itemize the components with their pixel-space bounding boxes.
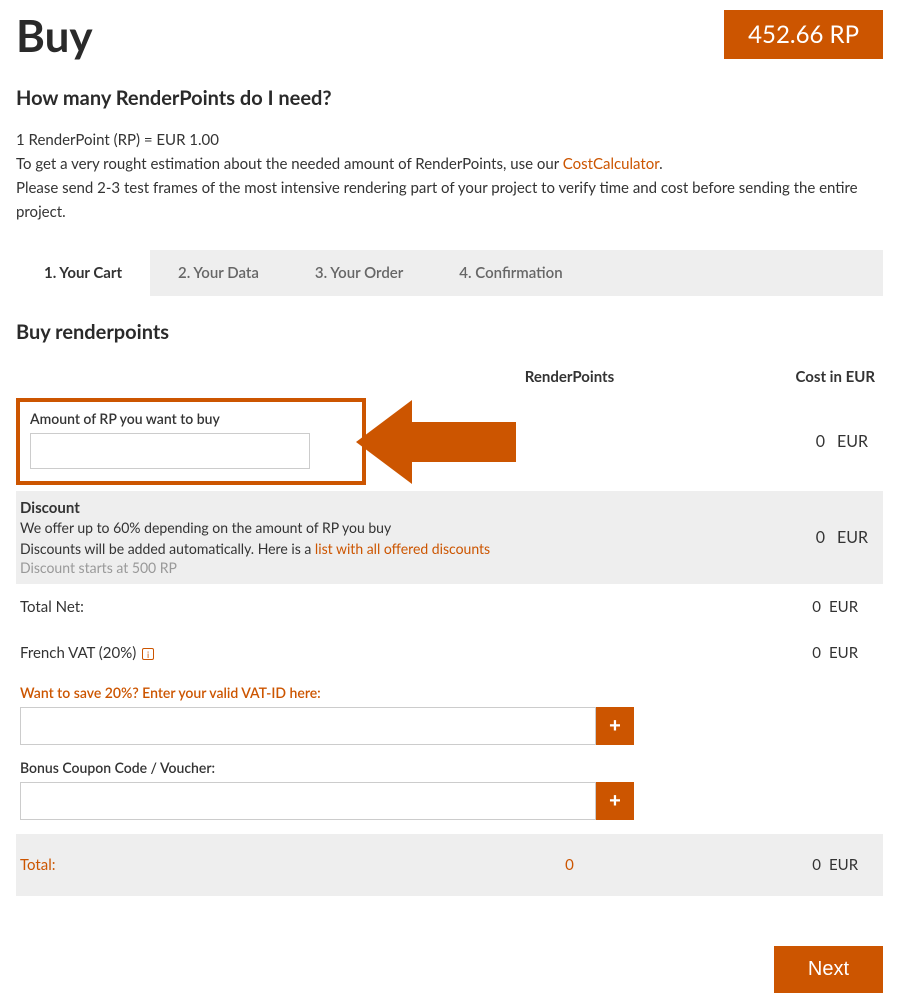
vat-row: French VAT (20%) i 0 EUR bbox=[16, 630, 883, 676]
coupon-label: Bonus Coupon Code / Voucher: bbox=[16, 759, 883, 776]
vat-value: 0 bbox=[769, 644, 829, 662]
discount-line-1: We offer up to 60% depending on the amou… bbox=[20, 517, 769, 538]
totalnet-label: Total Net: bbox=[20, 598, 769, 616]
intro-line-3: Please send 2-3 test frames of the most … bbox=[16, 176, 883, 224]
amount-value: 0 bbox=[773, 432, 833, 451]
vatid-add-button[interactable]: + bbox=[596, 707, 634, 745]
cost-calculator-link[interactable]: CostCalculator bbox=[563, 155, 659, 173]
info-icon[interactable]: i bbox=[142, 648, 154, 660]
cart-table: RenderPoints Cost in EUR Amount of RP yo… bbox=[16, 362, 883, 896]
tab-your-cart[interactable]: 1. Your Cart bbox=[16, 250, 150, 296]
th-renderpoints: RenderPoints bbox=[366, 368, 773, 386]
th-cost: Cost in EUR bbox=[773, 368, 883, 386]
totalnet-row: Total Net: 0 EUR bbox=[16, 584, 883, 630]
page-header: Buy 452.66 RP bbox=[16, 10, 883, 62]
intro-line-1: 1 RenderPoint (RP) = EUR 1.00 bbox=[16, 128, 883, 152]
intro-heading: How many RenderPoints do I need? bbox=[16, 86, 883, 110]
discount-title: Discount bbox=[20, 499, 769, 517]
discount-muted: Discount starts at 500 RP bbox=[20, 559, 769, 576]
discount-row: Discount We offer up to 60% depending on… bbox=[16, 491, 883, 584]
tab-your-data[interactable]: 2. Your Data bbox=[150, 250, 287, 296]
total-unit: EUR bbox=[829, 856, 879, 874]
arrow-left-icon bbox=[356, 400, 516, 484]
total-label: Total: bbox=[20, 856, 370, 874]
coupon-input[interactable] bbox=[20, 782, 596, 820]
total-mid: 0 bbox=[370, 856, 769, 874]
tab-confirmation[interactable]: 4. Confirmation bbox=[431, 250, 590, 296]
coupon-input-group: + bbox=[16, 782, 883, 820]
vatid-input-group: + bbox=[16, 707, 883, 745]
table-header-row: RenderPoints Cost in EUR bbox=[16, 362, 883, 392]
total-row: Total: 0 0 EUR bbox=[16, 834, 883, 896]
vatid-input[interactable] bbox=[20, 707, 596, 745]
tabs: 1. Your Cart 2. Your Data 3. Your Order … bbox=[16, 250, 883, 296]
discount-line-2: Discounts will be added automatically. H… bbox=[20, 538, 769, 559]
page-title: Buy bbox=[16, 10, 93, 62]
vatid-label: Want to save 20%? Enter your valid VAT-I… bbox=[16, 684, 883, 701]
discount-unit: EUR bbox=[833, 528, 883, 547]
amount-unit: EUR bbox=[833, 432, 883, 451]
intro-line-2: To get a very rought estimation about th… bbox=[16, 152, 883, 176]
amount-label: Amount of RP you want to buy bbox=[30, 410, 352, 427]
total-value: 0 bbox=[769, 856, 829, 874]
section-heading: Buy renderpoints bbox=[16, 320, 883, 344]
vat-label: French VAT (20%) bbox=[20, 644, 136, 662]
amount-row: Amount of RP you want to buy 0 EUR bbox=[16, 392, 883, 491]
next-button[interactable]: Next bbox=[774, 946, 883, 993]
discounts-list-link[interactable]: list with all offered discounts bbox=[315, 540, 490, 557]
totalnet-unit: EUR bbox=[829, 598, 879, 616]
coupon-add-button[interactable]: + bbox=[596, 782, 634, 820]
amount-input[interactable] bbox=[30, 433, 310, 469]
footer-button-row: Next bbox=[16, 946, 883, 993]
intro-line-2a: To get a very rought estimation about th… bbox=[16, 155, 563, 173]
intro-text: 1 RenderPoint (RP) = EUR 1.00 To get a v… bbox=[16, 128, 883, 224]
totalnet-value: 0 bbox=[769, 598, 829, 616]
balance-badge: 452.66 RP bbox=[724, 10, 883, 59]
discount-value: 0 bbox=[773, 528, 833, 547]
vat-unit: EUR bbox=[829, 644, 879, 662]
intro-line-2b: . bbox=[659, 155, 663, 173]
amount-highlight-box: Amount of RP you want to buy bbox=[16, 398, 366, 485]
tab-your-order[interactable]: 3. Your Order bbox=[287, 250, 431, 296]
